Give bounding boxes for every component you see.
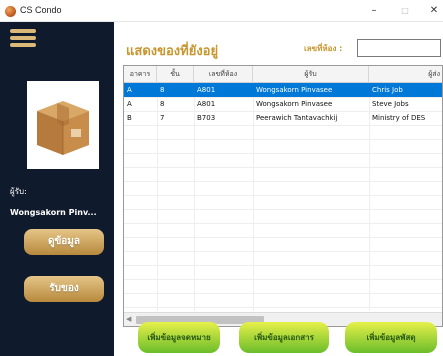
- cell-room: B703: [197, 114, 216, 122]
- room-number-label: เลขที่ห้อง :: [304, 44, 343, 53]
- page-title: แสดงของที่ยังอยู่: [126, 44, 219, 59]
- column-header-room[interactable]: เลขที่ห้อง: [194, 66, 253, 83]
- receive-item-button[interactable]: รับของ: [24, 276, 104, 302]
- add-parcel-button[interactable]: เพิ่มข้อมูลพัสดุ: [345, 322, 437, 353]
- recipient-label: ผู้รับ:: [10, 187, 27, 196]
- hamburger-menu-icon[interactable]: [10, 29, 36, 49]
- column-header-recipient[interactable]: ผู้รับ: [253, 66, 369, 83]
- table-row[interactable]: A 8 A801 Wongsakorn Pinvasee Chris Job: [124, 83, 442, 97]
- title-bar: CS Condo – □ ✕: [0, 0, 443, 22]
- cell-sender: Chris Job: [372, 86, 403, 94]
- cell-recipient: Wongsakorn Pinvasee: [256, 100, 333, 108]
- cell-room: A801: [197, 100, 216, 108]
- items-table[interactable]: อาคาร ชั้น เลขที่ห้อง ผู้รับ ผู้ส่ง A 8: [123, 65, 443, 327]
- column-header-sender[interactable]: ผู้ส่ง: [369, 66, 442, 83]
- add-letter-button[interactable]: เพิ่มข้อมูลจดหมาย: [138, 322, 220, 353]
- app-icon: [5, 6, 16, 17]
- cell-building: B: [127, 114, 132, 122]
- cell-floor: 7: [160, 114, 165, 122]
- cell-floor: 8: [160, 100, 165, 108]
- cell-floor: 8: [160, 86, 165, 94]
- maximize-button[interactable]: □: [392, 2, 418, 19]
- cell-recipient: Peerawich Tantavachkij: [256, 114, 338, 122]
- recipient-value: Wongsakorn Pinv...: [10, 208, 97, 217]
- column-header-floor[interactable]: ชั้น: [157, 66, 194, 83]
- window-title: CS Condo: [20, 5, 62, 15]
- sidebar: ผู้รับ: Wongsakorn Pinv... ดูข้อมูล รับข…: [0, 22, 114, 356]
- main-panel: แสดงของที่ยังอยู่ เลขที่ห้อง : อาคาร ชั้…: [114, 22, 443, 356]
- add-document-button[interactable]: เพิ่มข้อมูลเอกสาร: [239, 322, 329, 353]
- cell-building: A: [127, 86, 132, 94]
- table-row[interactable]: B 7 B703 Peerawich Tantavachkij Ministry…: [124, 111, 442, 125]
- table-header: อาคาร ชั้น เลขที่ห้อง ผู้รับ ผู้ส่ง: [124, 66, 442, 83]
- cell-room: A801: [197, 86, 216, 94]
- cell-sender: Steve Jobs: [372, 100, 409, 108]
- table-row[interactable]: A 8 A801 Wongsakorn Pinvasee Steve Jobs: [124, 97, 442, 111]
- scroll-left-arrow-icon[interactable]: ◀: [126, 315, 131, 323]
- view-info-button[interactable]: ดูข้อมูล: [24, 229, 104, 255]
- cell-recipient: Wongsakorn Pinvasee: [256, 86, 333, 94]
- cell-building: A: [127, 100, 132, 108]
- minimize-button[interactable]: –: [361, 2, 387, 19]
- column-header-building[interactable]: อาคาร: [124, 66, 157, 83]
- cell-sender: Ministry of DES: [372, 114, 426, 122]
- close-button[interactable]: ✕: [421, 2, 443, 19]
- room-number-input[interactable]: [357, 39, 441, 57]
- package-box-icon: [27, 81, 99, 169]
